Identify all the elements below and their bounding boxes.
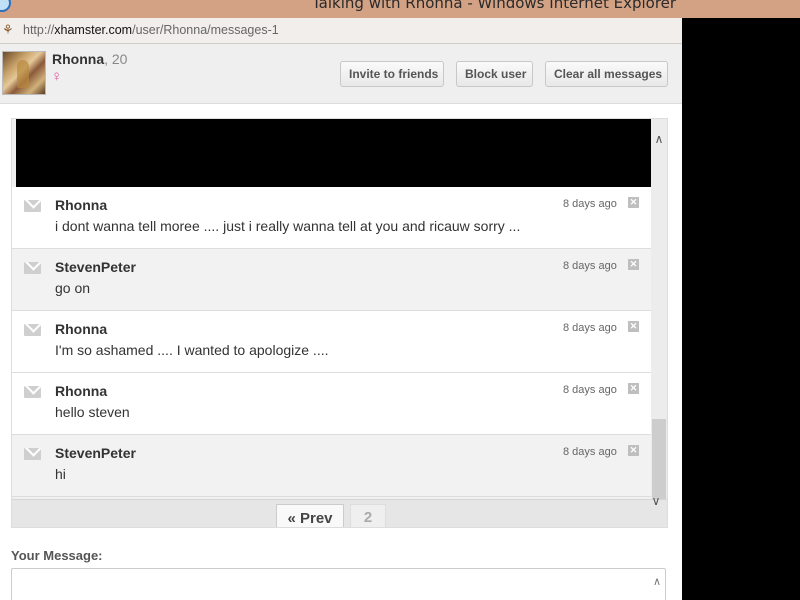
message-text: hi (55, 466, 66, 482)
your-message-label: Your Message: (11, 548, 103, 563)
pagination-bar: « Prev 2 (12, 499, 667, 527)
delete-message-icon[interactable]: ✕ (628, 259, 639, 270)
message-time: 8 days ago (563, 384, 617, 396)
url-domain: xhamster.com (54, 23, 133, 37)
profile-age: , 20 (104, 51, 128, 67)
avatar[interactable] (2, 51, 46, 95)
address-bar[interactable]: ⚘ http://xhamster.com/user/Rhonna/messag… (0, 18, 682, 44)
message-text: i dont wanna tell moree .... just i real… (55, 218, 521, 234)
message-time: 8 days ago (563, 260, 617, 272)
thread-scrollbar[interactable]: ∧ (651, 119, 667, 501)
window-title: Talking with Rhonna - Windows Internet E… (312, 0, 677, 12)
block-user-button[interactable]: Block user (456, 61, 533, 87)
message-author[interactable]: Rhonna (55, 383, 107, 399)
envelope-icon (24, 324, 41, 336)
list-item: Rhonna 8 days ago ✕ I'm so ashamed .... … (12, 311, 651, 373)
chevron-down-icon[interactable]: ∨ (648, 493, 664, 509)
envelope-icon (24, 262, 41, 274)
message-author[interactable]: Rhonna (55, 197, 107, 213)
message-text: hello steven (55, 404, 130, 420)
list-item: StevenPeter 8 days ago ✕ go on (12, 249, 651, 311)
profile-name-line: Rhonna, 20 (52, 51, 127, 67)
delete-message-icon[interactable]: ✕ (628, 445, 639, 456)
list-item: Rhonna 8 days ago ✕ i dont wanna tell mo… (12, 187, 651, 249)
url-text[interactable]: http://xhamster.com/user/Rhonna/messages… (23, 23, 279, 37)
profile-name[interactable]: Rhonna (52, 51, 104, 67)
envelope-icon (24, 386, 41, 398)
delete-message-icon[interactable]: ✕ (628, 383, 639, 394)
message-author[interactable]: StevenPeter (55, 445, 136, 461)
message-time: 8 days ago (563, 198, 617, 210)
internet-explorer-icon (0, 0, 11, 12)
list-item: Rhonna 8 days ago ✕ hello steven (12, 373, 651, 435)
chevron-up-icon[interactable]: ∧ (650, 575, 664, 589)
message-text: go on (55, 280, 91, 296)
delete-message-icon[interactable]: ✕ (628, 197, 639, 208)
redacted-block (16, 119, 653, 187)
delete-message-icon[interactable]: ✕ (628, 321, 639, 332)
chevron-up-icon[interactable]: ∧ (651, 131, 667, 147)
message-author[interactable]: StevenPeter (55, 259, 136, 275)
window-titlebar: Talking with Rhonna - Windows Internet E… (0, 0, 800, 18)
url-prefix: http:// (23, 23, 55, 37)
female-gender-icon: ♀ (51, 68, 63, 85)
scrollbar-thumb[interactable] (652, 419, 666, 501)
message-time: 8 days ago (563, 322, 617, 334)
envelope-icon (24, 200, 41, 212)
message-text: I'm so ashamed .... I wanted to apologiz… (55, 342, 329, 358)
current-page-indicator: 2 (350, 504, 386, 527)
page-content: Rhonna, 20 ♀ Invite to friends Block use… (0, 44, 682, 600)
envelope-icon (24, 448, 41, 460)
message-thread[interactable]: Rhonna 8 days ago ✕ i dont wanna tell mo… (11, 118, 668, 528)
site-favicon-icon: ⚘ (2, 22, 14, 37)
prev-page-button[interactable]: « Prev (276, 504, 344, 527)
message-time: 8 days ago (563, 446, 617, 458)
message-author[interactable]: Rhonna (55, 321, 107, 337)
conversation-header: Rhonna, 20 ♀ Invite to friends Block use… (0, 44, 682, 104)
list-item: StevenPeter 8 days ago ✕ hi (12, 435, 651, 497)
clear-all-messages-button[interactable]: Clear all messages (545, 61, 668, 87)
invite-to-friends-button[interactable]: Invite to friends (340, 61, 444, 87)
message-input[interactable] (11, 568, 666, 600)
url-path: /user/Rhonna/messages-1 (132, 23, 279, 37)
